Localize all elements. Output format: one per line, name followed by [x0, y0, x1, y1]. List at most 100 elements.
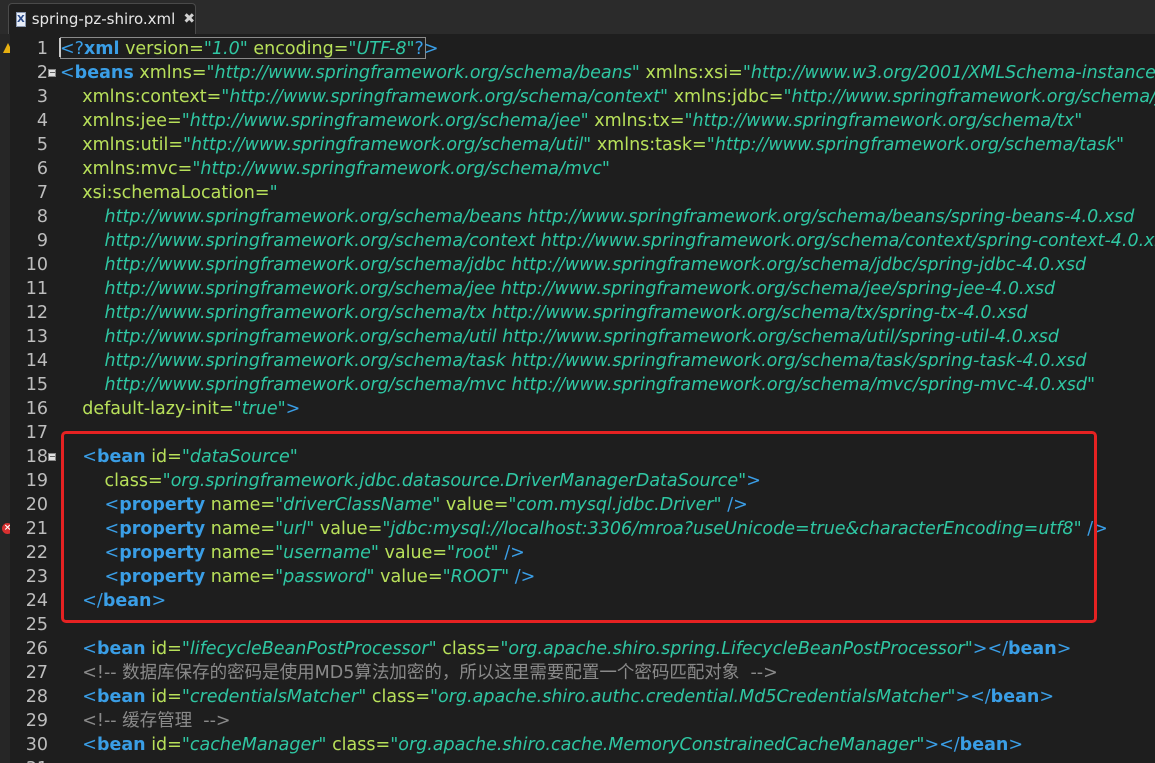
fold-toggle-icon[interactable]: −	[48, 69, 56, 77]
token-val: "http://www.springframework.org/schema/t…	[706, 135, 1125, 155]
tab-spring-pz-shiro-xml[interactable]: X spring-pz-shiro.xml ✖	[8, 3, 196, 34]
code-editor[interactable]: × 1 2−3 4 5 6 7 8 9 10 11 12 13 14 15 16 17 18−19 20 21 22 2…	[0, 34, 1155, 763]
token-attr: encoding	[253, 39, 334, 59]
token-eq: =	[254, 183, 270, 203]
token-t	[60, 255, 105, 275]
token-attr: xmlns:xsi	[645, 63, 729, 83]
token-tagname: xml	[83, 39, 120, 59]
token-tag: ></	[924, 735, 960, 755]
token-eq: =	[206, 87, 222, 107]
token-tag: >	[1008, 735, 1024, 755]
token-tagname: bean	[96, 735, 146, 755]
code-line[interactable]: xmlns:util="http://www.springframework.o…	[60, 133, 1124, 157]
line-number: 24	[25, 591, 48, 611]
line-number: 19	[25, 471, 48, 491]
token-tag: <	[82, 687, 97, 707]
token-val: "true"	[233, 399, 286, 419]
code-line[interactable]: xmlns:jee="http://www.springframework.or…	[60, 109, 1082, 133]
token-val: http://www.springframework.org/schema/jd…	[104, 255, 1087, 275]
line-number: 12	[25, 303, 48, 323]
code-area[interactable]: <?xml version="1.0" encoding="UTF-8"?> <b…	[60, 34, 1155, 763]
token-t	[60, 735, 82, 755]
line-number: 13	[25, 327, 48, 347]
token-t	[60, 687, 82, 707]
datasource-highlight-box	[61, 431, 1097, 623]
token-tagname: bean	[990, 687, 1040, 707]
code-line[interactable]: http://www.springframework.org/schema/ta…	[60, 349, 1087, 373]
code-line[interactable]: xmlns:context="http://www.springframewor…	[60, 85, 1155, 109]
code-line[interactable]: xmlns:mvc="http://www.springframework.or…	[60, 157, 610, 181]
code-line[interactable]: http://www.springframework.org/schema/ut…	[60, 325, 1059, 349]
token-val: "http://www.w3.org/2001/XMLSchema-instan…	[742, 63, 1155, 83]
token-val: http://www.springframework.org/schema/je…	[104, 279, 1056, 299]
token-attr: xmlns	[139, 63, 192, 83]
token-attr: id	[151, 735, 168, 755]
token-val: http://www.springframework.org/schema/co…	[104, 231, 1155, 251]
token-val: "http://www.springframework.org/schema/j…	[181, 111, 589, 131]
fold-toggle-icon[interactable]: −	[48, 453, 56, 461]
line-number: 10	[25, 255, 48, 275]
token-t	[60, 399, 82, 419]
code-line[interactable]: http://www.springframework.org/schema/mv…	[60, 373, 1096, 397]
token-val: http://www.springframework.org/schema/ta…	[104, 351, 1087, 371]
token-tag: <	[82, 639, 97, 659]
token-t	[60, 87, 82, 107]
code-line[interactable]: <bean id="credentialsMatcher" class="org…	[60, 685, 1054, 709]
token-t	[60, 351, 105, 371]
token-t	[60, 111, 82, 131]
token-val: "org.apache.shiro.cache.MemoryConstraine…	[390, 735, 925, 755]
code-line[interactable]: <?xml version="1.0" encoding="UTF-8"?>	[60, 37, 439, 61]
line-number: 7	[36, 183, 48, 203]
token-eq: =	[168, 135, 183, 155]
token-val: http://www.springframework.org/schema/be…	[104, 207, 1135, 227]
token-val: "1.0"	[203, 39, 248, 59]
code-line[interactable]: <beans xmlns="http://www.springframework…	[60, 61, 1155, 85]
line-number: 29	[25, 711, 48, 731]
line-number: 27	[25, 663, 48, 683]
code-line[interactable]: <!-- 缓存管理 -->	[60, 709, 230, 733]
token-eq: =	[167, 111, 182, 131]
token-tag: >	[1056, 639, 1072, 659]
token-val: "http://www.springframework.org/schema/m…	[192, 159, 610, 179]
editor-tab-bar: X spring-pz-shiro.xml ✖	[0, 0, 1155, 35]
token-t	[60, 327, 105, 347]
code-line[interactable]: <bean id="lifecycleBeanPostProcessor" cl…	[60, 637, 1071, 661]
token-tagname: bean	[96, 687, 146, 707]
close-icon[interactable]: ✖	[183, 11, 195, 27]
token-attr: xmlns:jdbc	[673, 87, 769, 107]
code-line[interactable]: http://www.springframework.org/schema/jd…	[60, 253, 1087, 277]
token-tagname: bean	[1008, 639, 1057, 659]
token-tagname: beans	[74, 63, 134, 83]
token-eq: =	[167, 687, 182, 707]
code-line[interactable]: http://www.springframework.org/schema/be…	[60, 205, 1135, 229]
token-attr: version	[125, 39, 190, 59]
token-eq: =	[485, 639, 501, 659]
token-val: http://www.springframework.org/schema/tx…	[104, 303, 1028, 323]
line-number: 22	[25, 543, 48, 563]
token-t	[60, 135, 82, 155]
token-eq: =	[191, 63, 207, 83]
line-number: 6	[36, 159, 48, 179]
code-line[interactable]: default-lazy-init="true">	[60, 397, 300, 421]
code-line[interactable]: <!-- 数据库保存的密码是使用MD5算法加密的，所以这里需要配置一个密码匹配对…	[60, 661, 778, 685]
code-line[interactable]: xsi:schemaLocation="	[60, 181, 277, 205]
token-eq: =	[375, 735, 391, 755]
token-tagname: bean	[959, 735, 1009, 755]
code-line[interactable]: http://www.springframework.org/schema/tx…	[60, 301, 1028, 325]
token-val: "http://www.springframework.org/schema/t…	[684, 111, 1083, 131]
token-attr: xmlns:task	[596, 135, 693, 155]
code-line[interactable]: http://www.springframework.org/schema/co…	[60, 229, 1155, 253]
code-line[interactable]: http://www.springframework.org/schema/je…	[60, 277, 1056, 301]
code-line[interactable]: <bean id="cacheManager" class="org.apach…	[60, 733, 1023, 757]
token-attr: class	[371, 687, 416, 707]
token-t	[60, 375, 105, 395]
token-t	[60, 663, 82, 683]
token-val: http://www.springframework.org/schema/ut…	[104, 327, 1059, 347]
line-number: 28	[25, 687, 48, 707]
vertical-ruler: ×	[0, 34, 13, 763]
token-tag: >	[1039, 687, 1055, 707]
line-number: 8	[36, 207, 48, 227]
token-eq: =	[167, 735, 182, 755]
token-pi: <?	[60, 39, 84, 59]
line-number: 17	[25, 423, 48, 443]
